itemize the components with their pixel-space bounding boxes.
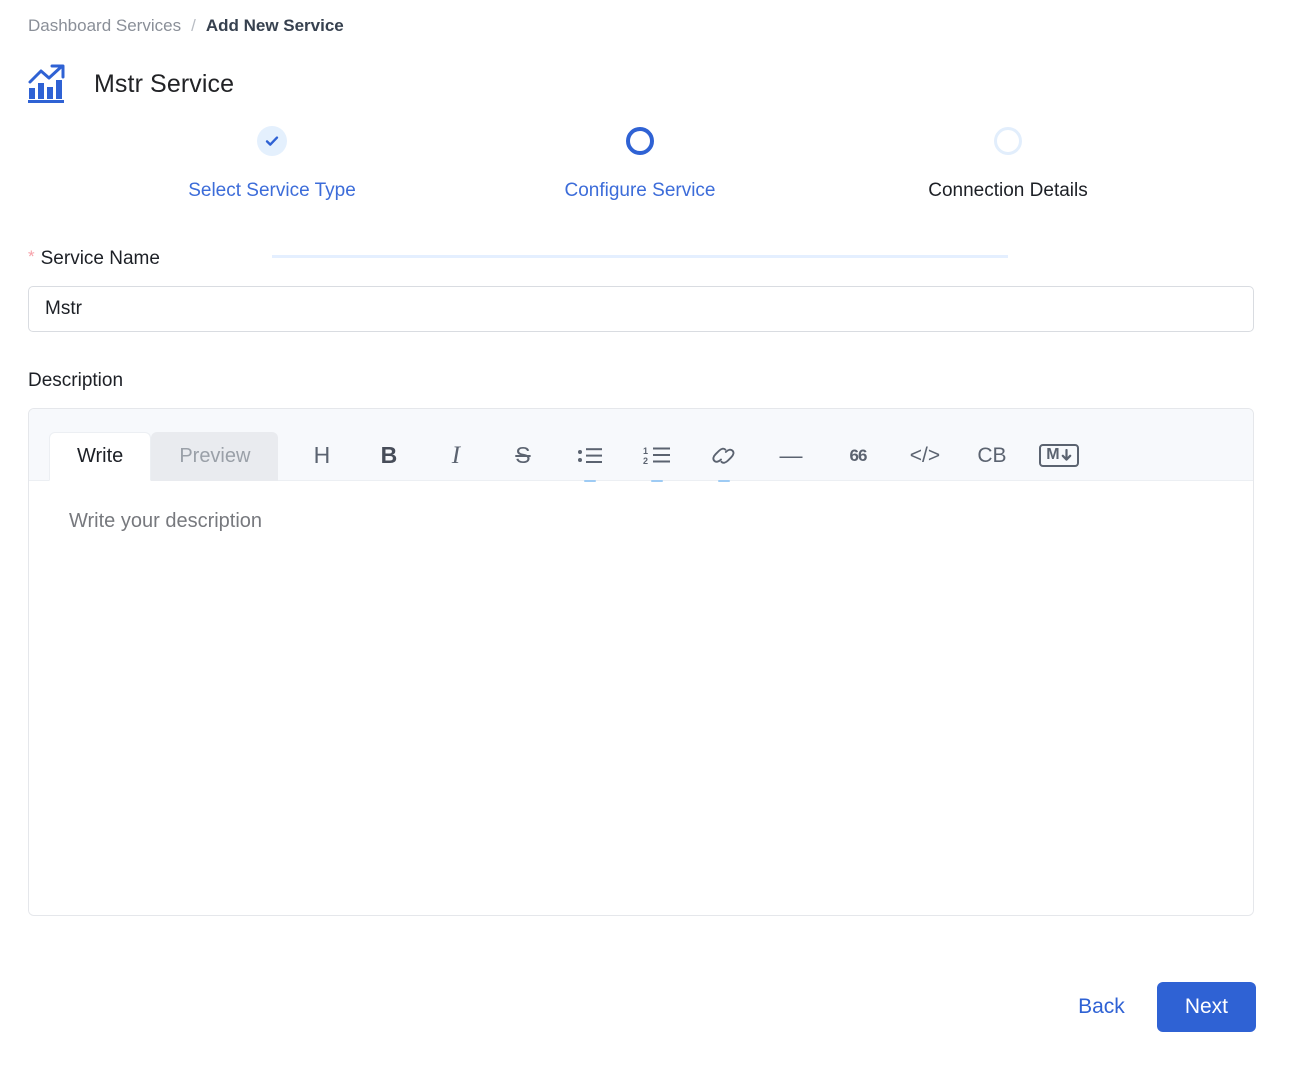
horizontal-rule-icon[interactable]: — [757, 431, 824, 480]
next-button[interactable]: Next [1157, 982, 1256, 1032]
bar-chart-trend-up-icon [26, 62, 70, 106]
editor-toolbar: Write Preview H B I S [29, 409, 1253, 481]
markdown-help-icon[interactable]: M [1025, 431, 1092, 480]
service-name-input[interactable] [28, 286, 1254, 332]
bold-icon[interactable]: B [355, 431, 422, 480]
stepper-dot-todo [878, 118, 1138, 164]
tab-preview[interactable]: Preview [151, 432, 278, 481]
italic-icon[interactable]: I [422, 431, 489, 480]
link-active-marker [718, 480, 730, 482]
service-name-label-text: Service Name [41, 246, 160, 272]
editor-tool-group: H B I S [288, 431, 1092, 480]
breadcrumb-separator: / [191, 14, 196, 38]
svg-text:2: 2 [643, 456, 648, 466]
svg-text:1: 1 [643, 446, 648, 456]
stepper-label-3: Connection Details [878, 179, 1138, 203]
heading-glyph: H [314, 444, 331, 467]
link-icon[interactable] [690, 431, 757, 480]
ordered-list-icon[interactable]: 1 2 [623, 431, 690, 480]
tab-write[interactable]: Write [49, 432, 151, 481]
service-name-label: * Service Name [28, 246, 1254, 272]
wizard-stepper: Select Service Type Configure Service Co… [0, 118, 1312, 208]
check-icon [264, 133, 280, 149]
blockquote-icon[interactable]: 66 [824, 431, 891, 480]
service-form: * Service Name Description Write Preview… [28, 246, 1254, 916]
bullet-list-active-marker [584, 480, 596, 482]
inline-code-glyph: </> [910, 445, 940, 466]
horizontal-rule-glyph: — [779, 444, 802, 467]
stepper-label-1: Select Service Type [142, 179, 402, 203]
markdown-editor: Write Preview H B I S [28, 408, 1254, 916]
stepper-step-select-service-type[interactable]: Select Service Type [142, 118, 402, 203]
editor-textarea-wrapper[interactable]: Write your description [29, 481, 1253, 915]
bullet-list-icon[interactable] [556, 431, 623, 480]
stepper-label-2: Configure Service [510, 179, 770, 203]
breadcrumb-current: Add New Service [206, 14, 344, 38]
stepper-dot-active [510, 118, 770, 164]
markdown-badge-letter: M [1046, 447, 1059, 463]
page-header: Mstr Service [26, 62, 234, 106]
editor-placeholder: Write your description [69, 507, 1253, 535]
add-new-service-page: Dashboard Services / Add New Service Mst… [0, 0, 1312, 1066]
inline-code-icon[interactable]: </> [891, 431, 958, 480]
stepper-dot-done [142, 118, 402, 164]
stepper-step-configure-service[interactable]: Configure Service [510, 118, 770, 203]
stepper-step-connection-details[interactable]: Connection Details [878, 118, 1138, 203]
italic-glyph: I [452, 443, 460, 468]
wizard-actions: Back Next [1060, 982, 1256, 1032]
markdown-badge: M [1039, 444, 1078, 467]
editor-tabs: Write Preview [49, 409, 278, 480]
strikethrough-glyph: S [515, 444, 530, 467]
code-block-icon[interactable]: CB [958, 431, 1025, 480]
ordered-list-active-marker [651, 480, 663, 482]
required-asterisk: * [28, 246, 35, 268]
breadcrumb-parent-link[interactable]: Dashboard Services [28, 14, 181, 38]
description-label: Description [28, 370, 1254, 392]
code-block-glyph: CB [977, 445, 1006, 466]
heading-icon[interactable]: H [288, 431, 355, 480]
page-title: Mstr Service [94, 70, 234, 99]
back-button[interactable]: Back [1060, 985, 1143, 1029]
strikethrough-icon[interactable]: S [489, 431, 556, 480]
breadcrumb: Dashboard Services / Add New Service [28, 14, 344, 38]
bold-glyph: B [381, 444, 398, 467]
blockquote-glyph: 66 [849, 447, 866, 464]
